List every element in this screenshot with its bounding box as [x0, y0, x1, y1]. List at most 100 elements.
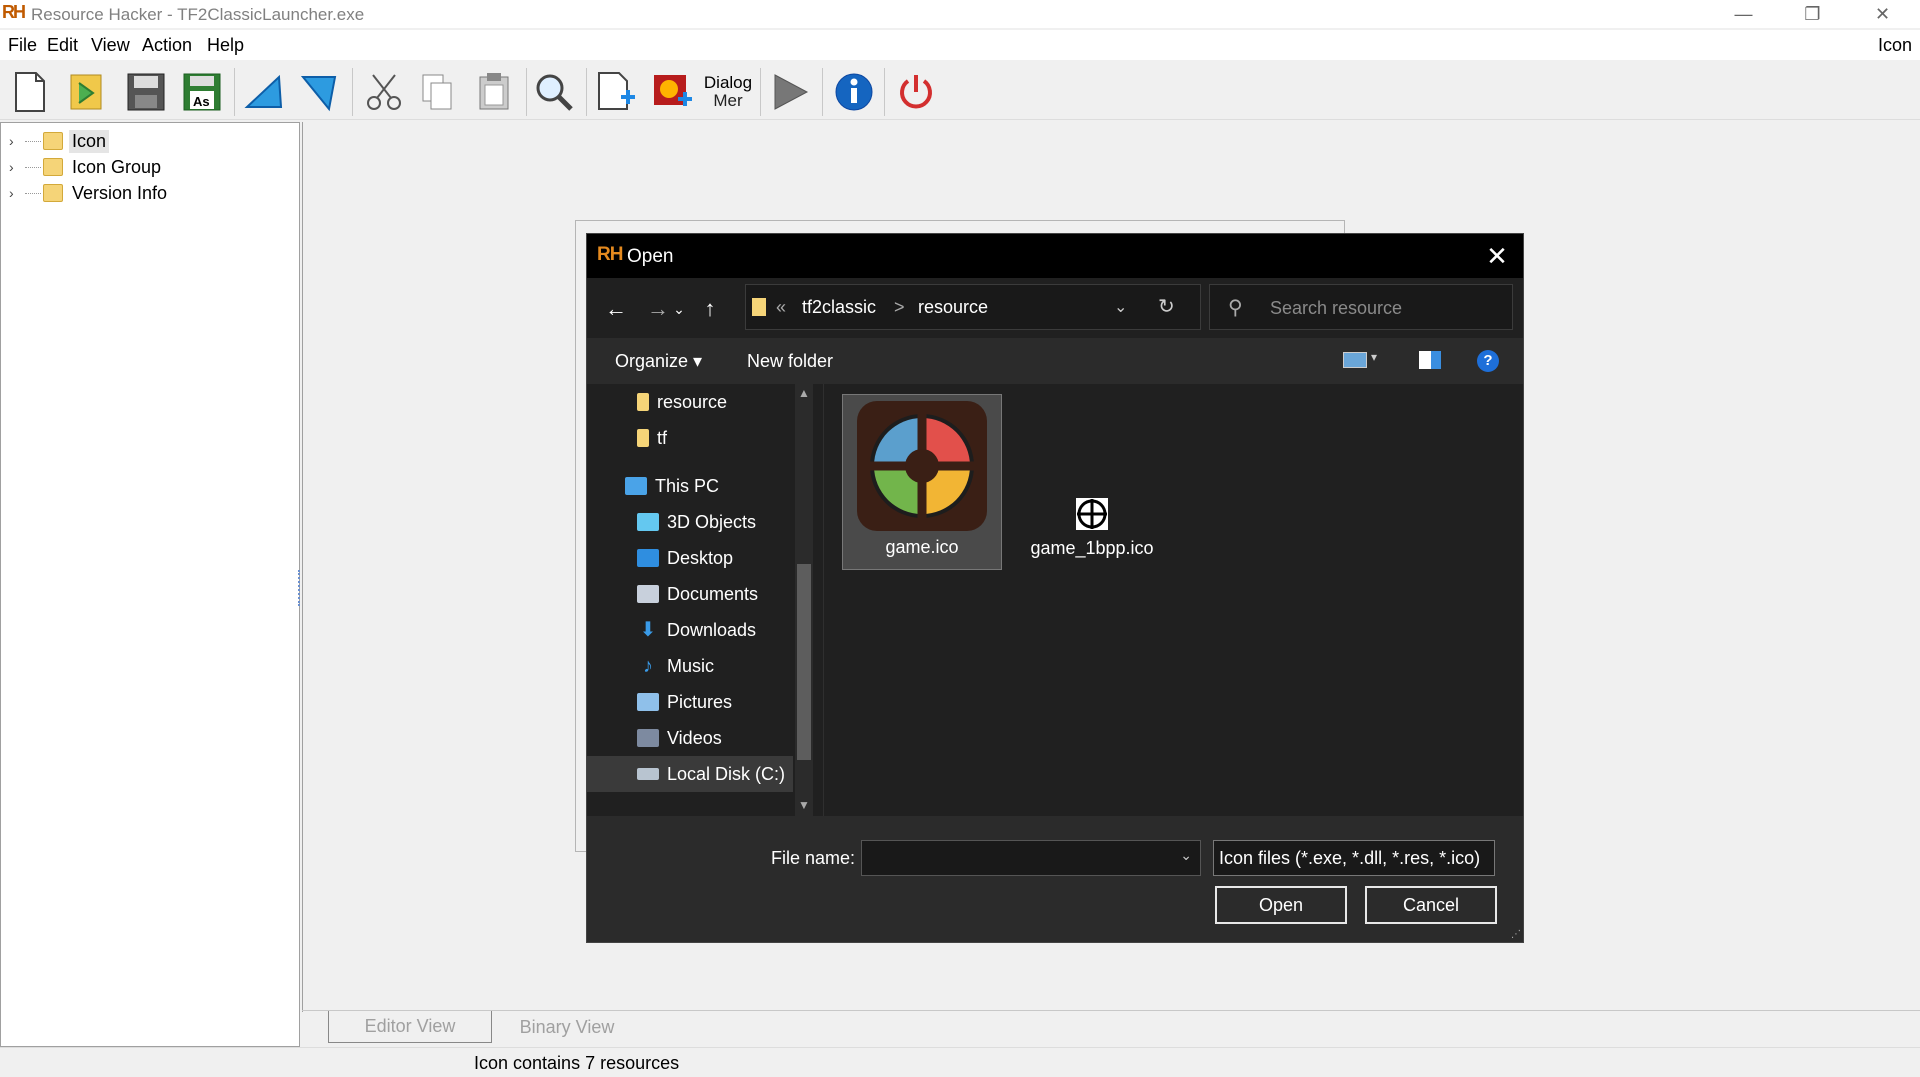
- save-as-icon[interactable]: As: [178, 68, 226, 116]
- command-bar: Organize ▾ New folder ▾ ?: [587, 338, 1523, 384]
- breadcrumb-separator: >: [894, 297, 905, 317]
- info-icon[interactable]: [830, 68, 878, 116]
- dialog-title-bar: RH Open ✕: [587, 234, 1523, 278]
- svg-text:As: As: [193, 94, 210, 109]
- file-name-label: File name:: [771, 848, 856, 868]
- nav-item-tf[interactable]: tf: [587, 420, 793, 456]
- organize-button[interactable]: Organize ▾: [615, 351, 702, 372]
- disk-icon: [637, 768, 659, 780]
- tree-item-version-info[interactable]: › Version Info: [9, 180, 170, 206]
- download-icon: ⬇: [639, 619, 657, 641]
- minimize-button[interactable]: —: [1709, 0, 1778, 28]
- add-resource-icon[interactable]: [592, 68, 640, 116]
- run-script-icon[interactable]: [766, 68, 814, 116]
- videos-icon: [637, 729, 659, 747]
- file-name: game.ico: [885, 537, 959, 557]
- cancel-button[interactable]: Cancel: [1365, 886, 1497, 924]
- nav-item-music[interactable]: ♪ Music: [587, 648, 793, 684]
- breadcrumb-overflow[interactable]: «: [776, 297, 786, 318]
- address-bar[interactable]: « tf2classic > resource ⌄ ↻: [745, 284, 1201, 330]
- tree-item-icon[interactable]: › Icon: [9, 128, 110, 154]
- file-name-input[interactable]: ⌄: [861, 840, 1201, 876]
- music-icon: ♪: [643, 655, 653, 677]
- refresh-icon[interactable]: ↻: [1158, 294, 1175, 319]
- scroll-up-icon[interactable]: ▲: [798, 386, 810, 400]
- restore-button[interactable]: ❐: [1778, 0, 1847, 28]
- open-file-icon[interactable]: [62, 68, 110, 116]
- tree-item-label: Icon: [69, 129, 110, 153]
- dialog-menu-button[interactable]: Dialog Mer: [700, 68, 756, 116]
- help-icon[interactable]: ?: [1477, 350, 1499, 372]
- breadcrumb-tf2classic[interactable]: tf2classic: [802, 297, 876, 318]
- scrollbar-thumb[interactable]: [797, 564, 811, 760]
- menu-view[interactable]: View: [91, 35, 130, 56]
- view-options-icon[interactable]: [1343, 352, 1367, 368]
- menu-help[interactable]: Help: [207, 35, 244, 56]
- toolbar: As Dialog Mer: [0, 62, 1920, 120]
- folder-icon: [637, 429, 649, 447]
- cut-icon[interactable]: [360, 68, 408, 116]
- dialog-title: Open: [627, 246, 674, 267]
- view-tabs: Editor View Binary View: [302, 1010, 1920, 1050]
- resize-grip-icon[interactable]: ⋰: [1511, 929, 1521, 940]
- cube-icon: [637, 513, 659, 531]
- bookmark-icon[interactable]: [296, 68, 344, 116]
- open-button[interactable]: Open: [1215, 886, 1347, 924]
- menu-edit[interactable]: Edit: [47, 35, 78, 56]
- nav-item-pictures[interactable]: Pictures: [587, 684, 793, 720]
- chevron-right-icon[interactable]: ›: [9, 133, 23, 149]
- nav-item-resource[interactable]: resource: [587, 384, 793, 420]
- close-button[interactable]: ✕: [1848, 0, 1917, 28]
- chevron-down-icon[interactable]: ⌄: [1114, 297, 1127, 317]
- tf2-logo-1bpp-icon: [1076, 498, 1108, 530]
- nav-item-downloads[interactable]: ⬇ Downloads: [587, 612, 793, 648]
- close-icon[interactable]: ✕: [1481, 240, 1513, 272]
- breadcrumb-resource[interactable]: resource: [918, 297, 988, 318]
- resource-tree: › Icon › Icon Group › Version Info: [0, 122, 300, 1047]
- tree-item-icon-group[interactable]: › Icon Group: [9, 154, 164, 180]
- folder-icon: [43, 132, 63, 150]
- nav-item-3d-objects[interactable]: 3D Objects: [587, 504, 793, 540]
- menu-file[interactable]: File: [8, 35, 37, 56]
- up-arrow-icon[interactable]: ↑: [693, 292, 727, 326]
- dialog-menu-label-2: Mer: [713, 91, 743, 110]
- file-type-select[interactable]: Icon files (*.exe, *.dll, *.res, *.ico): [1213, 840, 1495, 876]
- preview-pane-icon[interactable]: [1419, 351, 1441, 369]
- navigation-scrollbar[interactable]: ▲ ▼: [795, 384, 813, 816]
- current-resource-type: Icon: [1877, 35, 1912, 55]
- copy-icon[interactable]: [414, 68, 462, 116]
- nav-item-documents[interactable]: Documents: [587, 576, 793, 612]
- add-image-resource-icon[interactable]: [648, 68, 696, 116]
- menu-action[interactable]: Action: [142, 35, 192, 56]
- chevron-down-icon[interactable]: ▾: [1371, 350, 1377, 364]
- search-box[interactable]: ⚲ Search resource: [1209, 284, 1513, 330]
- nav-item-local-disk[interactable]: Local Disk (C:): [587, 756, 793, 792]
- back-arrow-icon[interactable]: ←: [599, 292, 633, 326]
- tab-binary-view[interactable]: Binary View: [492, 1011, 642, 1043]
- paste-icon[interactable]: [470, 68, 518, 116]
- dialog-bottom-panel: File name: ⌄ Icon files (*.exe, *.dll, *…: [587, 816, 1523, 942]
- tree-item-label: Version Info: [72, 182, 168, 203]
- tab-editor-view[interactable]: Editor View: [328, 1011, 492, 1043]
- chevron-right-icon[interactable]: ›: [9, 185, 23, 201]
- computer-icon: [625, 477, 647, 495]
- nav-item-desktop[interactable]: Desktop: [587, 540, 793, 576]
- file-item-game-1bpp-ico[interactable]: game_1bpp.ico: [1012, 394, 1172, 570]
- power-exit-icon[interactable]: [892, 68, 940, 116]
- new-file-icon[interactable]: [6, 68, 54, 116]
- save-icon[interactable]: [122, 68, 170, 116]
- chevron-right-icon[interactable]: ›: [9, 159, 23, 175]
- file-name: game_1bpp.ico: [1030, 538, 1154, 558]
- compile-icon[interactable]: [240, 68, 288, 116]
- file-item-game-ico[interactable]: game.ico: [842, 394, 1002, 570]
- search-input[interactable]: Search resource: [1270, 298, 1402, 319]
- find-icon[interactable]: [530, 68, 578, 116]
- scroll-down-icon[interactable]: ▼: [798, 798, 810, 812]
- recent-locations-chevron-icon[interactable]: ⌄: [667, 292, 691, 326]
- app-logo: RH: [597, 244, 623, 265]
- nav-item-videos[interactable]: Videos: [587, 720, 793, 756]
- nav-item-this-pc[interactable]: This PC: [587, 468, 793, 504]
- new-folder-button[interactable]: New folder: [747, 351, 833, 372]
- chevron-down-icon[interactable]: ⌄: [1180, 847, 1192, 864]
- folder-icon: [752, 298, 766, 316]
